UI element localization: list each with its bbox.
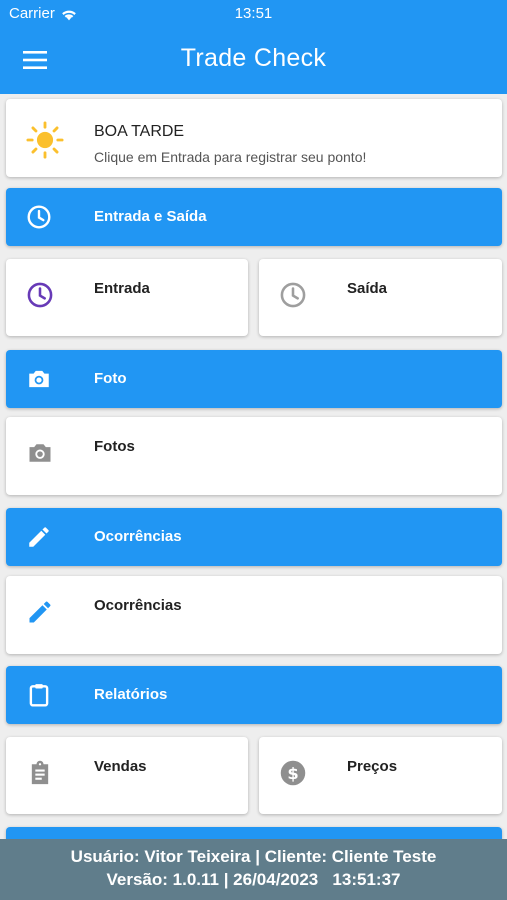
section-ocorrencias: Ocorrências: [6, 508, 502, 566]
pencil-icon: [29, 601, 51, 623]
clock-icon: [280, 282, 306, 308]
entrada-card[interactable]: Entrada: [6, 259, 248, 336]
fotos-card[interactable]: Fotos: [6, 417, 502, 495]
sun-icon: [26, 121, 64, 159]
section-relatorios: Relatórios: [6, 666, 502, 724]
ocorrencias-card[interactable]: Ocorrências: [6, 576, 502, 654]
section-relatorios-label: Relatórios: [94, 686, 168, 703]
precos-card[interactable]: $ Preços: [259, 737, 502, 814]
ocorrencias-label: Ocorrências: [94, 597, 182, 614]
greeting-card: BOA TARDE Clique em Entrada para registr…: [6, 99, 502, 177]
app-header: Carrier 13:51 Trade Check: [0, 0, 507, 94]
camera-icon: [29, 370, 49, 388]
svg-text:$: $: [287, 764, 298, 783]
section-foto-label: Foto: [94, 370, 127, 387]
precos-label: Preços: [347, 758, 398, 775]
fotos-label: Fotos: [94, 438, 135, 455]
main-content[interactable]: BOA TARDE Clique em Entrada para registr…: [0, 94, 507, 839]
greeting-subtitle: Clique em Entrada para registrar seu pon…: [94, 149, 367, 165]
footer-info: Usuário: Vitor Teixeira | Cliente: Clien…: [0, 839, 507, 900]
status-bar: Carrier 13:51: [0, 0, 507, 28]
dollar-coin-icon: $: [280, 760, 306, 786]
saida-label: Saída: [347, 280, 388, 297]
clock-icon: [27, 205, 51, 229]
app-title: Trade Check: [180, 44, 327, 72]
clipboard-icon: [29, 684, 49, 707]
section-entrada-saida-label: Entrada e Saída: [94, 208, 207, 225]
greeting-title: BOA TARDE: [94, 123, 185, 140]
pencil-icon: [29, 527, 49, 547]
camera-icon: [29, 444, 51, 462]
status-time: 13:51: [234, 5, 273, 22]
section-foto: Foto: [6, 350, 502, 408]
entrada-label: Entrada: [94, 280, 150, 297]
assignment-icon: [31, 760, 49, 785]
clock-icon: [27, 282, 53, 308]
footer-user-line: Usuário: Vitor Teixeira | Cliente: Clien…: [70, 847, 437, 866]
section-entrada-saida: Entrada e Saída: [6, 188, 502, 246]
section-next-partial: [6, 827, 502, 839]
vendas-card[interactable]: Vendas: [6, 737, 248, 814]
footer-version-line: Versão: 1.0.11 | 26/04/2023 13:51:37: [106, 870, 401, 889]
section-ocorrencias-label: Ocorrências: [94, 528, 182, 545]
saida-card[interactable]: Saída: [259, 259, 502, 336]
vendas-label: Vendas: [94, 758, 147, 775]
